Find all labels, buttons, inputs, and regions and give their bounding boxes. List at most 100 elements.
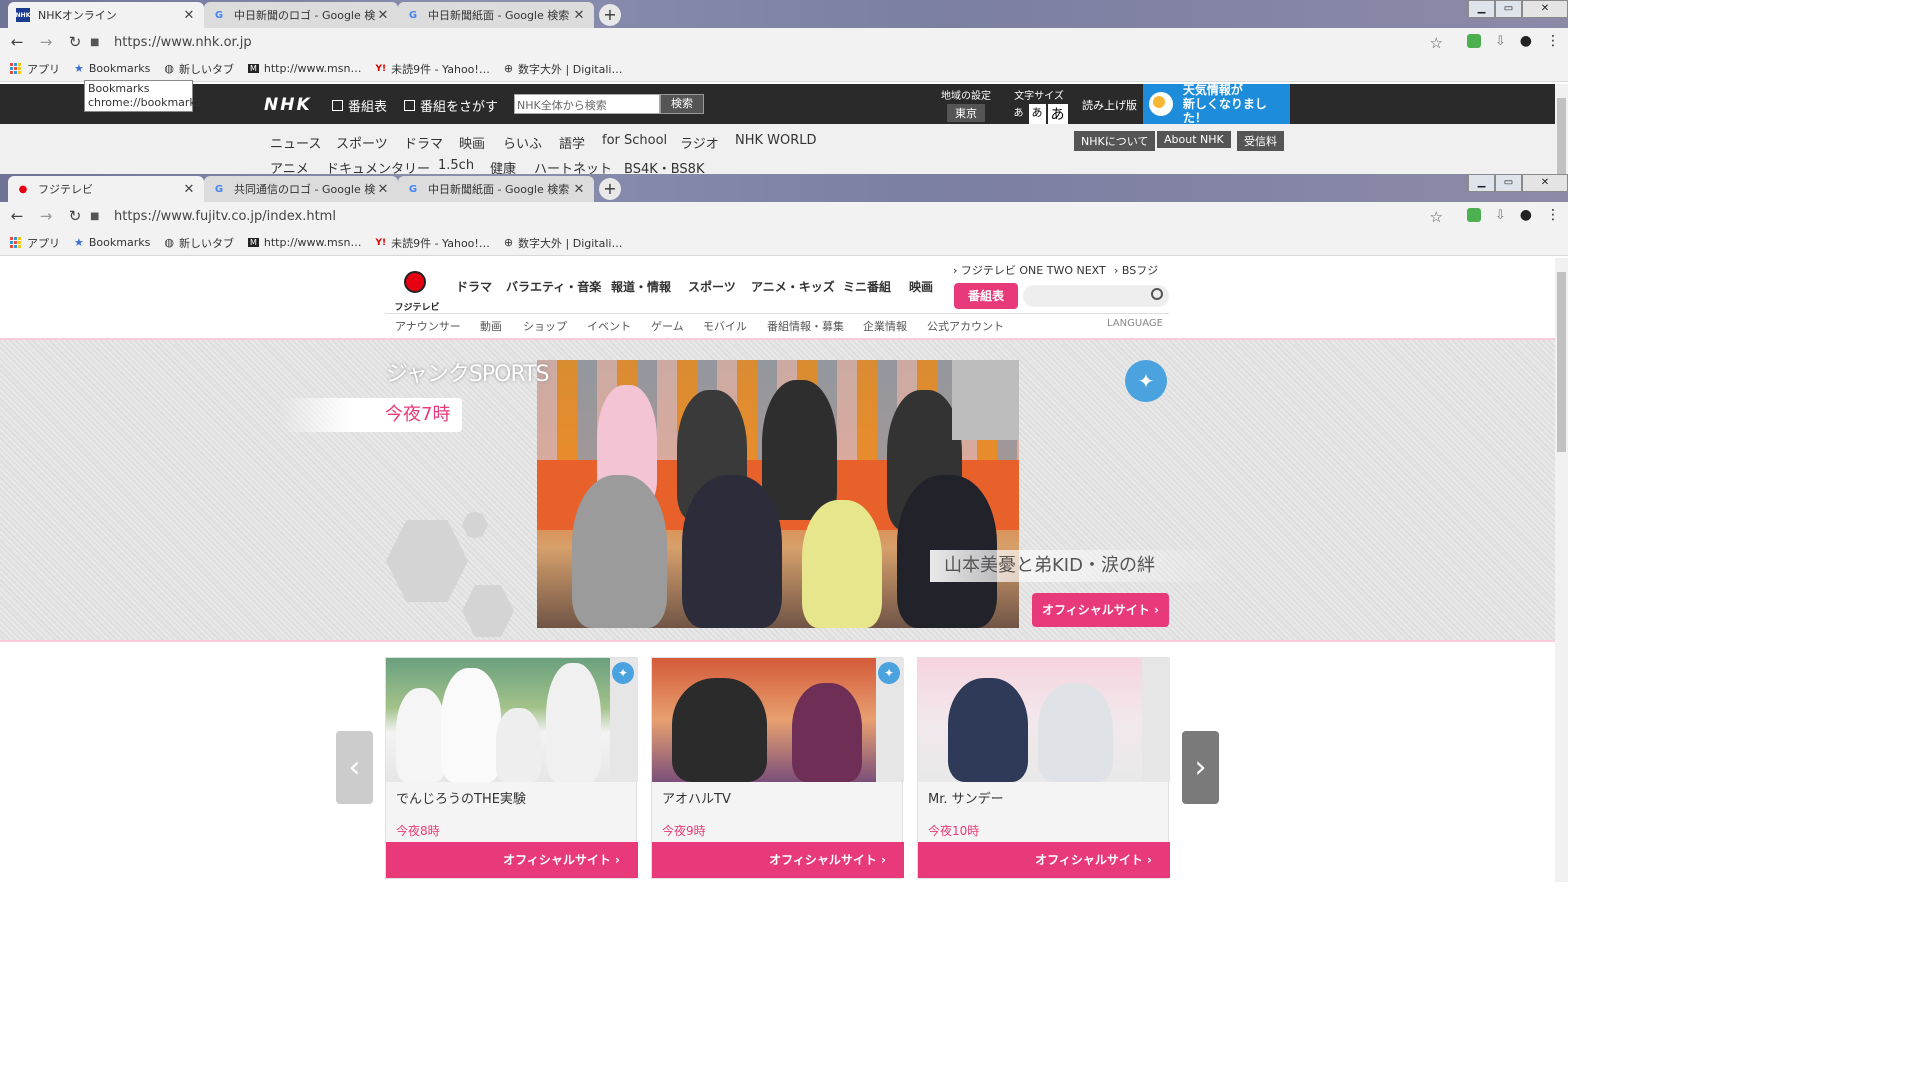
scrollbar[interactable]: [1555, 84, 1568, 174]
fuji-menu-mini[interactable]: ミニ番組: [843, 278, 891, 295]
nhk-read-aloud[interactable]: 読み上げ版: [1082, 97, 1137, 113]
nhk-nav-heartnet[interactable]: ハートネット: [534, 158, 612, 174]
bookmark-digitali[interactable]: ⊕ 数字大外 | Digitali…: [504, 235, 623, 251]
search-icon[interactable]: [1151, 288, 1163, 300]
profile-icon[interactable]: ●: [1520, 33, 1532, 49]
tab-kyodo-logo[interactable]: G 共同通信のロゴ - Google 検索 ✕: [204, 176, 398, 202]
menu-icon[interactable]: ⋮: [1546, 33, 1560, 49]
fuji-sub-mobile[interactable]: モバイル: [703, 318, 747, 334]
bookmark-msn[interactable]: Mhttp://www.msn…: [247, 62, 361, 75]
nhk-about-jp-link[interactable]: NHKについて: [1074, 131, 1156, 151]
bookmark-newtab[interactable]: ◍ 新しいタブ: [164, 61, 234, 77]
address-bar[interactable]: ■ https://www.nhk.or.jp ☆: [90, 31, 1443, 54]
download-icon[interactable]: ⇩: [1495, 208, 1506, 223]
bookmark-yahoo[interactable]: Y! 未読9件 - Yahoo!…: [375, 235, 489, 251]
tab-chunichi-paper[interactable]: G 中日新聞紙面 - Google 検索 ✕: [398, 176, 594, 202]
close-tab-icon[interactable]: ✕: [572, 8, 586, 23]
nhk-about-en-link[interactable]: About NHK: [1157, 131, 1231, 148]
fuji-sub-corporate[interactable]: 企業情報: [863, 318, 907, 334]
bookmark-star-icon[interactable]: ☆: [1430, 208, 1443, 226]
twitter-icon[interactable]: ✦: [878, 662, 900, 684]
bookmark-star-icon[interactable]: ☆: [1430, 34, 1443, 52]
scrollbar[interactable]: [1555, 258, 1568, 882]
bookmark-apps[interactable]: アプリ: [10, 61, 60, 77]
nhk-fee-link[interactable]: 受信料: [1237, 131, 1284, 151]
twitter-icon[interactable]: ✦: [1125, 360, 1167, 402]
nhk-weather-banner[interactable]: 天気情報が 新しくなりました！: [1143, 83, 1290, 125]
font-medium-button[interactable]: あ: [1028, 104, 1046, 124]
program-card[interactable]: ✦ アオハルTV 今夜9時 オフィシャルサイト ›: [651, 657, 904, 879]
new-tab-button[interactable]: +: [599, 4, 621, 26]
nhk-nav-life[interactable]: らいふ: [503, 133, 542, 152]
menu-icon[interactable]: ⋮: [1546, 207, 1560, 223]
fuji-sub-game[interactable]: ゲーム: [651, 318, 684, 334]
nhk-logo[interactable]: NHK: [264, 95, 312, 115]
minimize-icon[interactable]: ▁: [1468, 0, 1495, 18]
hero-official-site-button[interactable]: オフィシャルサイト ›: [1032, 593, 1169, 627]
nhk-search-input[interactable]: NHK全体から検索: [514, 94, 660, 114]
fuji-schedule-button[interactable]: 番組表: [954, 283, 1018, 309]
nhk-nav-school[interactable]: for School: [602, 133, 667, 148]
fuji-language-link[interactable]: LANGUAGE: [1107, 318, 1163, 329]
fuji-menu-drama[interactable]: ドラマ: [456, 278, 492, 295]
official-site-button[interactable]: オフィシャルサイト ›: [386, 842, 638, 878]
profile-icon[interactable]: ●: [1520, 207, 1532, 223]
extension-icon[interactable]: [1466, 34, 1481, 48]
close-tab-icon[interactable]: ✕: [182, 8, 196, 23]
bookmark-digitali[interactable]: ⊕ 数字大外 | Digitali…: [504, 61, 623, 77]
fuji-menu-news[interactable]: 報道・情報: [611, 278, 671, 295]
tab-nhk[interactable]: NHK NHKオンライン ✕: [8, 2, 204, 28]
nhk-nav-radio[interactable]: ラジオ: [680, 133, 719, 152]
nhk-schedule-link[interactable]: 番組表: [332, 96, 387, 115]
back-arrow-icon[interactable]: ←: [5, 207, 29, 225]
bookmark-bookmarks[interactable]: ★ Bookmarks: [74, 62, 150, 75]
font-small-button[interactable]: あ: [1011, 104, 1027, 124]
address-bar[interactable]: ■ https://www.fujitv.co.jp/index.html ☆: [90, 205, 1443, 228]
reload-icon[interactable]: ↻: [63, 207, 87, 225]
download-icon[interactable]: ⇩: [1495, 34, 1506, 49]
scrollbar-thumb[interactable]: [1557, 272, 1566, 452]
bookmark-newtab[interactable]: ◍ 新しいタブ: [164, 235, 234, 251]
back-arrow-icon[interactable]: ←: [5, 33, 29, 51]
fuji-menu-variety[interactable]: バラエティ・音楽: [506, 278, 601, 295]
nhk-nav-world[interactable]: NHK WORLD: [735, 133, 817, 148]
forward-arrow-icon[interactable]: →: [34, 33, 58, 51]
bookmark-apps[interactable]: アプリ: [10, 235, 60, 251]
nhk-nav-15ch[interactable]: 1.5ch: [438, 158, 474, 173]
fuji-sub-program-info[interactable]: 番組情報・募集: [767, 318, 844, 334]
fuji-bs-link[interactable]: › BSフジ: [1114, 262, 1158, 278]
nhk-nav-language[interactable]: 語学: [559, 133, 585, 152]
nhk-nav-movie[interactable]: 映画: [459, 133, 485, 152]
close-tab-icon[interactable]: ✕: [376, 182, 390, 197]
nhk-nav-sports[interactable]: スポーツ: [336, 133, 388, 152]
official-site-button[interactable]: オフィシャルサイト ›: [652, 842, 904, 878]
program-card[interactable]: ✦ でんじろうのTHE実験 今夜8時 オフィシャルサイト ›: [385, 657, 638, 879]
fuji-sub-announcer[interactable]: アナウンサー: [395, 318, 461, 334]
fuji-menu-sports[interactable]: スポーツ: [688, 278, 736, 295]
hero-image[interactable]: [537, 360, 1019, 628]
nhk-nav-news[interactable]: ニュース: [270, 133, 321, 152]
tab-chunichi-paper[interactable]: G 中日新聞紙面 - Google 検索 ✕: [398, 2, 594, 28]
close-tab-icon[interactable]: ✕: [182, 182, 196, 197]
fuji-sub-video[interactable]: 動画: [480, 318, 502, 334]
fuji-search-input[interactable]: [1023, 285, 1169, 307]
fuji-sub-event[interactable]: イベント: [587, 318, 631, 334]
nhk-nav-documentary[interactable]: ドキュメンタリー: [326, 158, 430, 174]
fuji-sub-official-accounts[interactable]: 公式アカウント: [927, 318, 1004, 334]
tab-fuji[interactable]: ● フジテレビ ✕: [8, 176, 204, 202]
twitter-icon[interactable]: ✦: [612, 662, 634, 684]
fuji-sub-shop[interactable]: ショップ: [523, 318, 567, 334]
scrollbar-thumb[interactable]: [1557, 98, 1566, 174]
nhk-region[interactable]: 地域の設定 東京: [938, 87, 994, 122]
maximize-icon[interactable]: ▭: [1495, 174, 1522, 192]
bookmark-msn[interactable]: Mhttp://www.msn…: [247, 236, 361, 249]
bookmark-yahoo[interactable]: Y! 未読9件 - Yahoo!…: [375, 61, 489, 77]
program-card[interactable]: Mr. サンデー 今夜10時 オフィシャルサイト ›: [917, 657, 1170, 879]
carousel-next-button[interactable]: ›: [1182, 731, 1219, 804]
font-large-button[interactable]: あ: [1047, 104, 1068, 124]
bookmark-bookmarks[interactable]: ★ Bookmarks: [74, 236, 150, 249]
nhk-nav-drama[interactable]: ドラマ: [404, 133, 443, 152]
forward-arrow-icon[interactable]: →: [34, 207, 58, 225]
fuji-logo[interactable]: フジテレビ: [392, 263, 440, 313]
new-tab-button[interactable]: +: [599, 178, 621, 200]
